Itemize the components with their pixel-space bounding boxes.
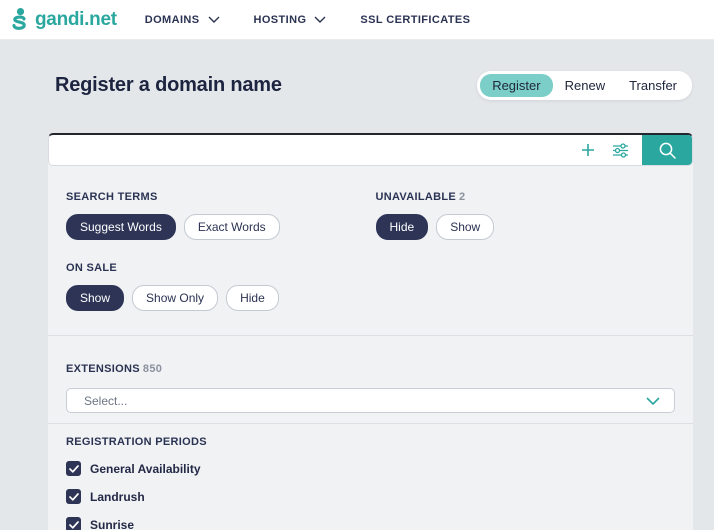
filter-count: 850 [142, 363, 163, 375]
nav-item-ssl-certificates[interactable]: SSL CERTIFICATES [360, 14, 470, 26]
search-icon [658, 141, 677, 160]
checked-checkbox-icon [66, 517, 81, 530]
main-nav: DOMAINS HOSTING SSL CERTIFICATES [145, 14, 471, 26]
adjustments-icon [612, 142, 629, 159]
main-content: Register a domain name Register Renew Tr… [0, 71, 714, 530]
gandi-logo-icon [8, 7, 30, 33]
chevron-down-icon [208, 16, 220, 23]
search-button[interactable] [642, 135, 692, 165]
add-search-term-button[interactable] [572, 135, 604, 165]
filter-label: EXTENSIONS 850 [66, 363, 675, 375]
pill-group: Show Show Only Hide [66, 285, 366, 311]
pill-exact-words[interactable]: Exact Words [183, 214, 280, 240]
pill-group: Suggest Words Exact Words [66, 214, 366, 240]
filter-group-on-sale: ON SALE Show Show Only Hide [66, 262, 366, 311]
plus-icon [580, 142, 596, 158]
filter-label: ON SALE [66, 262, 366, 274]
pill-onsale-hide[interactable]: Hide [226, 285, 279, 311]
extensions-select[interactable]: Select... [66, 388, 675, 413]
mode-switcher: Register Renew Transfer [477, 71, 692, 100]
page-head: Register a domain name Register Renew Tr… [55, 71, 692, 100]
pill-group: Hide Show [375, 214, 676, 240]
nav-item-hosting[interactable]: HOSTING [254, 14, 327, 26]
filter-group-registration-periods: REGISTRATION PERIODS General Availabilit… [48, 424, 693, 530]
filter-label: SEARCH TERMS [66, 191, 366, 203]
pill-onsale-show-only[interactable]: Show Only [132, 285, 219, 311]
nav-item-domains[interactable]: DOMAINS [145, 14, 220, 26]
nav-item-label: SSL CERTIFICATES [360, 13, 471, 26]
domain-search-input[interactable] [49, 135, 572, 165]
search-filters-button[interactable] [604, 135, 636, 165]
gandi-logo[interactable]: gandi.net [8, 7, 117, 33]
nav-item-label: DOMAINS [144, 13, 200, 26]
chevron-down-icon [646, 396, 660, 405]
search-panel: SEARCH TERMS Suggest Words Exact Words U… [48, 133, 693, 530]
select-placeholder: Select... [84, 393, 128, 408]
filters-grid: SEARCH TERMS Suggest Words Exact Words U… [48, 166, 693, 335]
top-nav: gandi.net DOMAINS HOSTING SSL CERTIFICAT… [0, 0, 714, 40]
pill-suggest-words[interactable]: Suggest Words [66, 214, 176, 240]
pill-unavailable-hide[interactable]: Hide [375, 214, 429, 240]
checkbox-label: Sunrise [90, 517, 135, 530]
filter-label: REGISTRATION PERIODS [66, 436, 675, 448]
nav-item-label: HOSTING [253, 13, 307, 26]
pill-onsale-show[interactable]: Show [66, 285, 125, 311]
filter-group-unavailable: UNAVAILABLE 2 Hide Show [375, 191, 676, 240]
tab-register[interactable]: Register [480, 74, 553, 97]
filter-label-text: REGISTRATION PERIODS [66, 436, 207, 448]
logo-text: gandi.net [35, 8, 117, 30]
checked-checkbox-icon [66, 489, 81, 504]
pill-unavailable-show[interactable]: Show [436, 214, 495, 240]
filter-label-text: SEARCH TERMS [66, 191, 158, 203]
checkbox-sunrise[interactable]: Sunrise [66, 517, 675, 530]
tab-transfer[interactable]: Transfer [617, 74, 689, 97]
filter-label-text: EXTENSIONS [66, 363, 140, 375]
checkbox-landrush[interactable]: Landrush [66, 489, 675, 504]
filter-label-text: UNAVAILABLE [375, 191, 456, 203]
filter-group-extensions: EXTENSIONS 850 Select... [48, 336, 693, 423]
chevron-down-icon [314, 16, 326, 23]
page-title: Register a domain name [55, 74, 282, 96]
filter-label-text: ON SALE [66, 262, 117, 274]
checkbox-label: General Availability [90, 461, 201, 476]
tab-renew[interactable]: Renew [553, 74, 617, 97]
search-bar [48, 133, 693, 166]
filter-label: UNAVAILABLE 2 [376, 191, 676, 203]
checkbox-general-availability[interactable]: General Availability [66, 461, 675, 476]
filter-group-search-terms: SEARCH TERMS Suggest Words Exact Words [66, 191, 366, 240]
checked-checkbox-icon [66, 461, 81, 476]
checkbox-label: Landrush [90, 489, 145, 504]
filter-count: 2 [459, 191, 466, 203]
